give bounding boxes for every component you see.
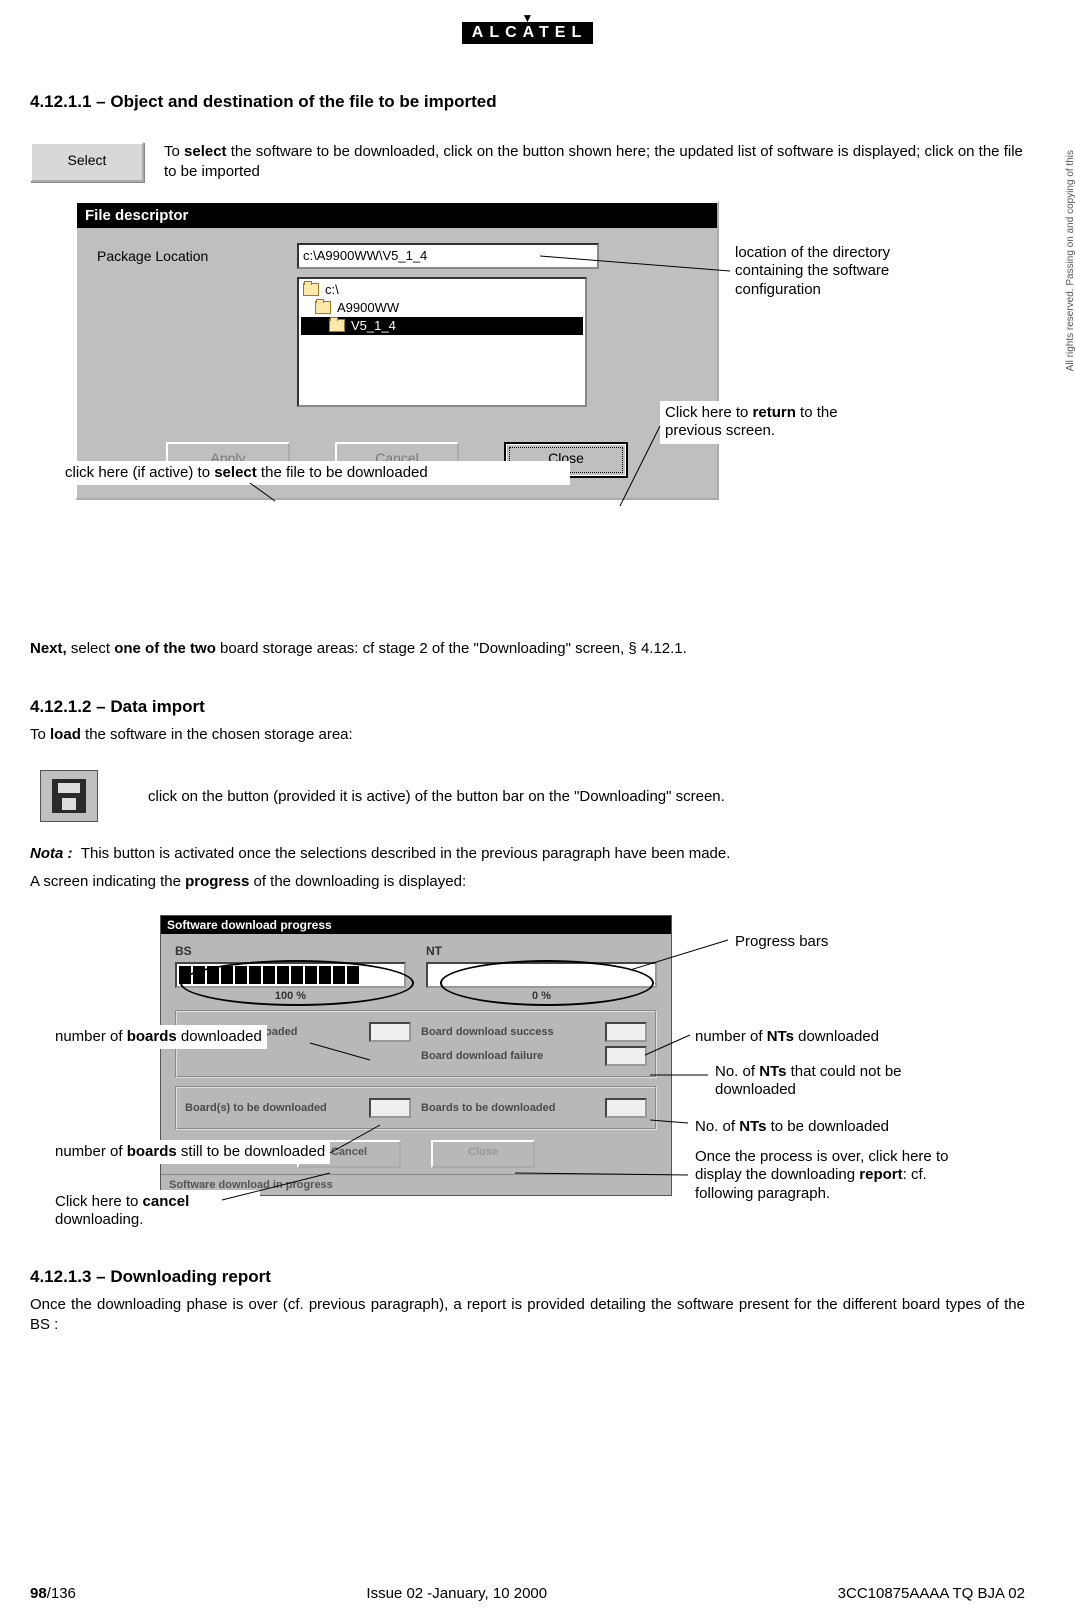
- board-success-value: [605, 1022, 647, 1042]
- copyright-side-note: All rights reserved. Passing on and copy…: [1065, 150, 1075, 390]
- package-location-label: Package Location: [97, 248, 257, 264]
- callout-location: location of the directory containing the…: [730, 241, 955, 303]
- section3-text: Once the downloading phase is over (cf. …: [30, 1295, 1025, 1336]
- heading-4-12-1-1: 4.12.1.1 – Object and destination of the…: [30, 92, 1025, 112]
- callout-nts-to-download: No. of NTs to be downloaded: [690, 1115, 894, 1140]
- folder-icon: [303, 283, 319, 296]
- window-title: File descriptor: [77, 203, 717, 228]
- board-failure-label: Board download failure: [421, 1050, 543, 1062]
- callout-progress-bars: Progress bars: [730, 930, 833, 955]
- brand-logo: ▼ ALCATEL: [30, 14, 1025, 44]
- list-item-selected[interactable]: V5_1_4: [301, 317, 583, 335]
- page-number: 98: [30, 1585, 47, 1602]
- nt-boards-to-download-value: [605, 1098, 647, 1118]
- select-description: To select the software to be downloaded,…: [164, 142, 1025, 183]
- package-location-input[interactable]: c:\A9900WW\V5_1_4: [297, 243, 599, 269]
- progress-intro: A screen indicating the progress of the …: [30, 872, 1025, 892]
- list-item[interactable]: c:\: [301, 281, 583, 299]
- page-total: /136: [47, 1585, 76, 1602]
- boards-downloaded-value: [369, 1022, 411, 1042]
- callout-nts-failed: No. of NTs that could not be downloaded: [710, 1060, 980, 1104]
- progress-title: Software download progress: [161, 916, 671, 934]
- load-intro: To load the software in the chosen stora…: [30, 725, 1025, 745]
- oval-highlight-bs: [180, 960, 414, 1006]
- folder-list[interactable]: c:\ A9900WW V5_1_4: [297, 277, 587, 407]
- save-toolbar-button[interactable]: [40, 770, 98, 822]
- page-footer: 98/136 Issue 02 -January, 10 2000 3CC108…: [30, 1585, 1025, 1602]
- nt-boards-to-download-label: Boards to be downloaded: [421, 1102, 555, 1114]
- brand-text: ALCATEL: [472, 24, 587, 41]
- boards-to-download-label: Board(s) to be downloaded: [185, 1102, 327, 1114]
- footer-issue: Issue 02 -January, 10 2000: [366, 1585, 547, 1602]
- board-failure-value: [605, 1046, 647, 1066]
- callout-boards-to-download: number of boards still to be downloaded: [50, 1140, 330, 1165]
- file-descriptor-window: File descriptor Package Location c:\A990…: [75, 201, 719, 500]
- col-label-bs: BS: [175, 944, 406, 958]
- nota-line: Nota : This button is activated once the…: [30, 844, 1025, 864]
- next-step-text: Next, select one of the two board storag…: [30, 639, 1025, 659]
- save-button-description: click on the button (provided it is acti…: [148, 788, 1025, 805]
- heading-4-12-1-3: 4.12.1.3 – Downloading report: [30, 1267, 1025, 1287]
- floppy-icon: [52, 779, 86, 813]
- callout-select-file: click here (if active) to select the fil…: [60, 461, 570, 486]
- footer-doc-id: 3CC10875AAAA TQ BJA 02: [838, 1585, 1025, 1602]
- list-item[interactable]: A9900WW: [301, 299, 583, 317]
- select-button[interactable]: Select: [30, 142, 144, 182]
- col-label-nt: NT: [426, 944, 657, 958]
- callout-report: Once the process is over, click here to …: [690, 1145, 990, 1207]
- callout-return: Click here to return to the previous scr…: [660, 401, 880, 445]
- boards-to-download-value: [369, 1098, 411, 1118]
- heading-4-12-1-2: 4.12.1.2 – Data import: [30, 697, 1025, 717]
- callout-boards-downloaded: number of boards downloaded: [50, 1025, 267, 1050]
- folder-icon: [315, 301, 331, 314]
- callout-nts-downloaded: number of NTs downloaded: [690, 1025, 884, 1050]
- callout-cancel: Click here to cancel downloading.: [50, 1190, 260, 1234]
- folder-icon: [329, 319, 345, 332]
- oval-highlight-nt: [440, 960, 654, 1006]
- progress-close-button[interactable]: Close: [431, 1140, 535, 1168]
- board-success-label: Board download success: [421, 1026, 554, 1038]
